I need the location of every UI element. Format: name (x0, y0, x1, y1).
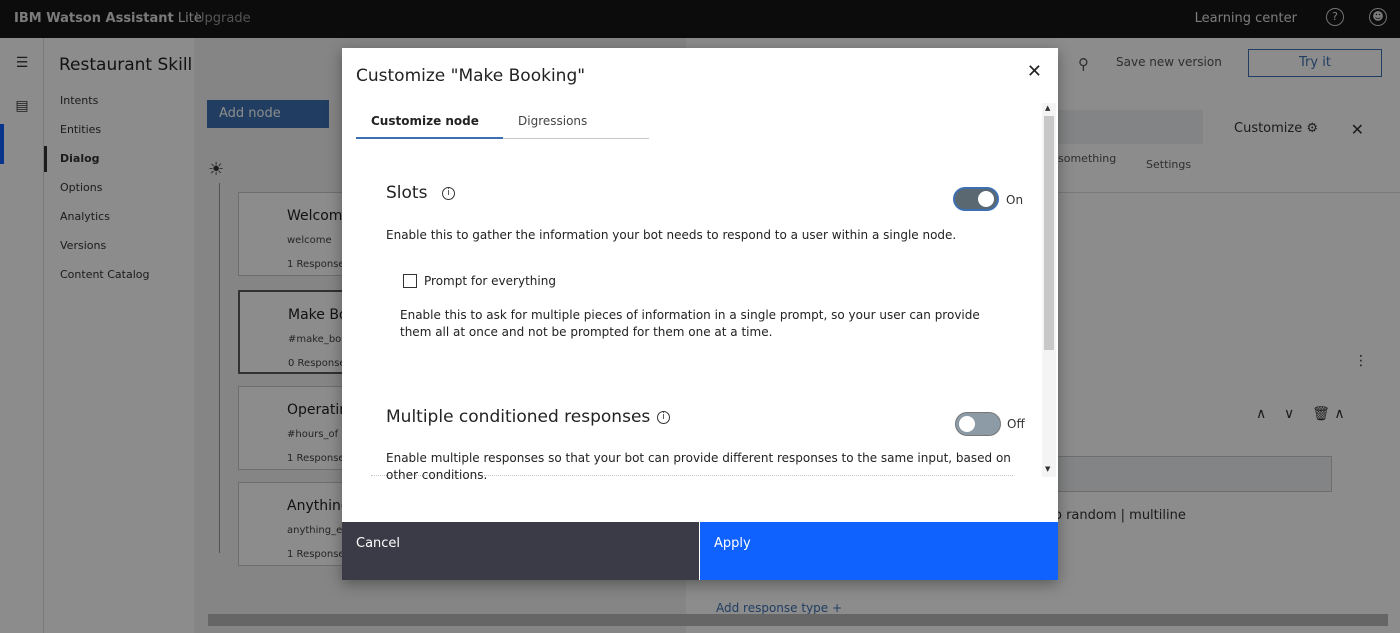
modal-body: Slots i On Enable this to gather the inf… (356, 146, 1056, 522)
customize-modal: Customize "Make Booking" ✕ Customize nod… (342, 48, 1058, 580)
close-icon[interactable]: ✕ (1027, 61, 1042, 82)
modal-title: Customize "Make Booking" (356, 66, 586, 86)
apply-button[interactable]: Apply (700, 522, 1058, 580)
prompt-everything-description: Enable this to ask for multiple pieces o… (400, 308, 980, 339)
prompt-everything-label: Prompt for everything (424, 274, 556, 288)
tab-digressions[interactable]: Digressions (518, 114, 587, 140)
info-icon[interactable]: i (657, 411, 670, 424)
cancel-button[interactable]: Cancel (342, 522, 699, 580)
multiple-responses-title: Multiple conditioned responses (386, 407, 651, 427)
slots-title: Slots (386, 183, 428, 203)
tab-active-indicator (356, 137, 503, 139)
slots-description: Enable this to gather the information yo… (386, 228, 957, 242)
scroll-up-icon[interactable]: ▲ (1045, 104, 1050, 112)
slots-toggle[interactable] (953, 187, 999, 211)
slots-toggle-state: On (1006, 193, 1024, 207)
multiple-responses-toggle[interactable] (955, 412, 1001, 436)
multiple-responses-description: Enable multiple responses so that your b… (386, 451, 1011, 482)
prompt-everything-checkbox[interactable] (403, 274, 417, 288)
info-icon[interactable]: i (442, 187, 455, 200)
multiple-responses-toggle-state: Off (1007, 417, 1025, 431)
